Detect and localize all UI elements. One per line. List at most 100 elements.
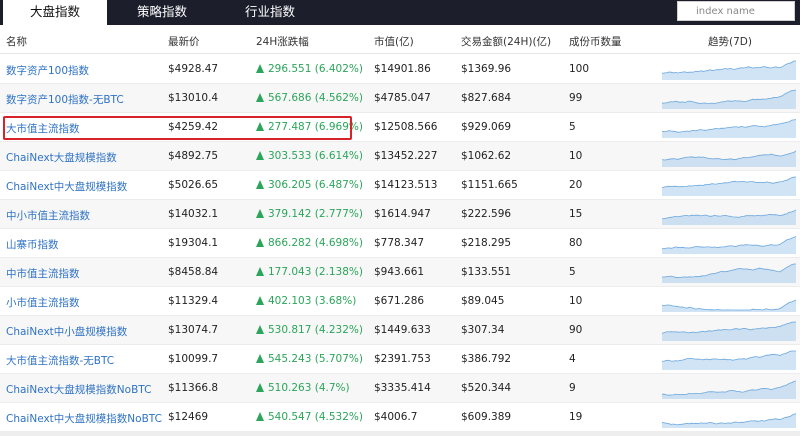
change-24h-value: 306.205 (6.487%) xyxy=(268,179,363,191)
triangle-up-icon xyxy=(256,325,264,334)
change-24h: 379.142 (2.777%) xyxy=(256,208,363,220)
table-row[interactable]: 中小市值主流指数 $14032.1 379.142 (2.777%) $1614.94… xyxy=(0,200,800,229)
table-row[interactable]: 数字资产100指数 $4928.47 296.551 (6.402%) $14901.… xyxy=(0,55,800,84)
tab-market-index[interactable]: 大盘指数 xyxy=(3,0,107,25)
change-24h-value: 296.551 (6.402%) xyxy=(268,63,363,75)
change-24h: 402.103 (3.68%) xyxy=(256,295,356,307)
trend-sparkline xyxy=(662,321,796,341)
table-header: 名称 最新价 24H涨跌幅 市值(亿) 交易金额(24H)(亿) 成份币数量 趋… xyxy=(0,26,800,54)
index-name-link[interactable]: ChaiNext大盘规模指数 xyxy=(6,150,117,165)
table-row[interactable]: ChaiNext大盘规模指数 $4892.75 303.533 (6.614%) $1… xyxy=(0,142,800,171)
constituent-count: 99 xyxy=(569,92,583,104)
table-row[interactable]: 大市值主流指数-无BTC $10099.7 545.243 (5.707%) $239… xyxy=(0,345,800,374)
footer-divider xyxy=(0,431,800,436)
table-row[interactable]: ChaiNext中小盘规模指数 $13074.7 530.817 (4.232%) $… xyxy=(0,316,800,345)
tab-bar: 大盘指数 策略指数 行业指数 xyxy=(0,0,800,25)
header-count[interactable]: 成份币数量 xyxy=(569,34,622,49)
latest-price: $4259.42 xyxy=(168,121,219,133)
volume-24h: $222.596 xyxy=(461,208,512,220)
change-24h-value: 277.487 (6.969%) xyxy=(268,121,363,133)
change-24h: 866.282 (4.698%) xyxy=(256,237,363,249)
table-row[interactable]: 数字资产100指数-无BTC $13010.4 567.686 (4.562%) $4… xyxy=(0,84,800,113)
latest-price: $10099.7 xyxy=(168,353,219,365)
change-24h: 540.547 (4.532%) xyxy=(256,411,363,423)
table-row[interactable]: 中市值主流指数 $8458.84 177.043 (2.138%) $943.661 $… xyxy=(0,258,800,287)
change-24h-value: 177.043 (2.138%) xyxy=(268,266,363,278)
market-cap: $12508.566 xyxy=(374,121,438,133)
volume-24h: $386.792 xyxy=(461,353,512,365)
market-cap: $1449.633 xyxy=(374,324,431,336)
market-cap: $4006.7 xyxy=(374,411,418,423)
volume-24h: $218.295 xyxy=(461,237,512,249)
index-name-link[interactable]: 中市值主流指数 xyxy=(6,266,80,281)
change-24h: 567.686 (4.562%) xyxy=(256,92,363,104)
header-change[interactable]: 24H涨跌幅 xyxy=(256,34,309,49)
volume-24h: $89.045 xyxy=(461,295,505,307)
triangle-up-icon xyxy=(256,122,264,131)
volume-24h: $609.389 xyxy=(461,411,512,423)
constituent-count: 5 xyxy=(569,266,576,278)
triangle-up-icon xyxy=(256,151,264,160)
change-24h-value: 402.103 (3.68%) xyxy=(268,295,357,307)
index-search-input[interactable] xyxy=(677,1,795,21)
change-24h-value: 545.243 (5.707%) xyxy=(268,353,363,365)
index-name-link[interactable]: 数字资产100指数-无BTC xyxy=(6,92,124,107)
header-name[interactable]: 名称 xyxy=(6,34,27,49)
index-name-link[interactable]: 大市值主流指数 xyxy=(6,121,80,136)
constituent-count: 5 xyxy=(569,121,576,133)
market-cap: $1614.947 xyxy=(374,208,431,220)
latest-price: $11329.4 xyxy=(168,295,219,307)
latest-price: $14032.1 xyxy=(168,208,219,220)
table-row[interactable]: 小市值主流指数 $11329.4 402.103 (3.68%) $671.286 $8… xyxy=(0,287,800,316)
latest-price: $5026.65 xyxy=(168,179,219,191)
header-market-cap[interactable]: 市值(亿) xyxy=(374,34,414,49)
change-24h-value: 530.817 (4.232%) xyxy=(268,324,363,336)
sparkline-area xyxy=(662,61,796,80)
change-24h-value: 510.263 (4.7%) xyxy=(268,382,350,394)
header-price[interactable]: 最新价 xyxy=(168,34,200,49)
index-name-link[interactable]: ChaiNext中大盘规模指数 xyxy=(6,179,127,194)
table-row[interactable]: ChaiNext中大盘规模指数NoBTC $12469 540.547 (4.532… xyxy=(0,403,800,432)
constituent-count: 4 xyxy=(569,353,576,365)
change-24h: 177.043 (2.138%) xyxy=(256,266,363,278)
trend-sparkline xyxy=(662,413,796,428)
index-name-link[interactable]: 小市值主流指数 xyxy=(6,295,80,310)
index-name-link[interactable]: 大市值主流指数-无BTC xyxy=(6,353,114,368)
change-24h: 530.817 (4.232%) xyxy=(256,324,363,336)
constituent-count: 10 xyxy=(569,150,583,162)
index-name-link[interactable]: 数字资产100指数 xyxy=(6,63,89,78)
latest-price: $8458.84 xyxy=(168,266,219,278)
constituent-count: 90 xyxy=(569,324,583,336)
triangle-up-icon xyxy=(256,93,264,102)
header-volume[interactable]: 交易金额(24H)(亿) xyxy=(461,34,551,49)
table-row[interactable]: ChaiNext中大盘规模指数 $5026.65 306.205 (6.487%) $… xyxy=(0,171,800,200)
triangle-up-icon xyxy=(256,296,264,305)
constituent-count: 9 xyxy=(569,382,576,394)
change-24h: 510.263 (4.7%) xyxy=(256,382,350,394)
sparkline-area xyxy=(662,119,796,138)
volume-24h: $1369.96 xyxy=(461,63,512,75)
change-24h: 303.533 (6.614%) xyxy=(256,150,363,162)
table-row[interactable]: ChaiNext大盘规模指数NoBTC $11366.8 510.263 (4.7%… xyxy=(0,374,800,403)
constituent-count: 100 xyxy=(569,63,590,75)
table-row[interactable]: 大市值主流指数 $4259.42 277.487 (6.969%) $12508.56… xyxy=(0,113,800,142)
table-row[interactable]: 山寨币指数 $19304.1 866.282 (4.698%) $778.347 $21… xyxy=(0,229,800,258)
trend-sparkline xyxy=(662,380,796,399)
index-name-link[interactable]: ChaiNext中小盘规模指数 xyxy=(6,324,127,339)
sparkline-area xyxy=(662,90,796,109)
tab-industry-index[interactable]: 行业指数 xyxy=(220,0,320,25)
index-name-link[interactable]: 山寨币指数 xyxy=(6,237,59,252)
trend-sparkline xyxy=(662,209,796,225)
index-name-link[interactable]: ChaiNext中大盘规模指数NoBTC xyxy=(6,411,162,426)
sparkline-area xyxy=(662,322,796,341)
index-name-link[interactable]: ChaiNext大盘规模指数NoBTC xyxy=(6,382,151,397)
trend-sparkline xyxy=(662,119,796,138)
index-name-link[interactable]: 中小市值主流指数 xyxy=(6,208,90,223)
tab-strategy-index[interactable]: 策略指数 xyxy=(112,0,212,25)
constituent-count: 80 xyxy=(569,237,583,249)
change-24h-value: 567.686 (4.562%) xyxy=(268,92,363,104)
triangle-up-icon xyxy=(256,383,264,392)
latest-price: $13010.4 xyxy=(168,92,219,104)
sparkline-area xyxy=(662,413,796,428)
triangle-up-icon xyxy=(256,412,264,421)
